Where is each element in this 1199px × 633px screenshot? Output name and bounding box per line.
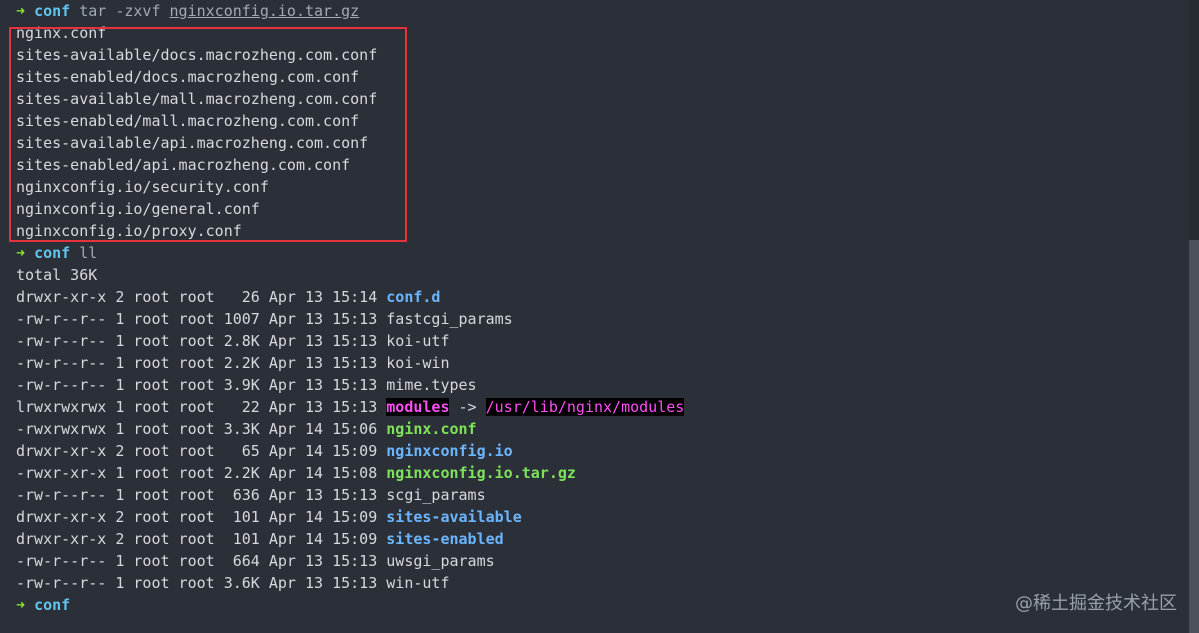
file-name: scgi_params [386,486,486,504]
tar-output-block: nginx.conf sites-available/docs.macrozhen… [16,22,684,242]
file-meta: -rwxrwxrwx 1 root root 3.3K Apr 14 15:06 [16,420,387,438]
listing-row: -rw-r--r-- 1 root root 636 Apr 13 15:13 … [16,484,684,506]
listing-row: -rw-r--r-- 1 root root 2.2K Apr 13 15:13… [16,352,684,374]
scrollbar-thumb[interactable] [1189,240,1199,633]
file-name: uwsgi_params [386,552,495,570]
prompt-directory: conf [34,244,71,262]
prompt-line-ll: ➜ conf ll [16,242,684,264]
file-meta: lrwxrwxrwx 1 root root 22 Apr 13 15:13 [16,398,387,416]
tar-output-line: sites-available/mall.macrozheng.com.conf [16,90,378,108]
command-text: ll [79,244,98,262]
listing-row: -rw-r--r-- 1 root root 1007 Apr 13 15:13… [16,308,684,330]
command-text: tar -zxvf [79,2,170,20]
scrollbar-track[interactable] [1189,0,1199,633]
file-name: sites-available [386,508,522,526]
file-name: nginxconfig.io [386,442,513,460]
file-name: win-utf [386,574,450,592]
file-meta: -rw-r--r-- 1 root root 3.9K Apr 13 15:13 [16,376,387,394]
prompt-arrow-icon: ➜ [16,596,26,614]
tar-output-line: sites-available/api.macrozheng.com.conf [16,134,369,152]
listing-row: -rwxrwxrwx 1 root root 3.3K Apr 14 15:06… [16,418,684,440]
listing-row: lrwxrwxrwx 1 root root 22 Apr 13 15:13 m… [16,396,685,418]
listing-row: -rwxr-xr-x 1 root root 2.2K Apr 14 15:08… [16,462,684,484]
listing-row: -rw-r--r-- 1 root root 3.9K Apr 13 15:13… [16,374,684,396]
file-name: mime.types [386,376,477,394]
tar-output-line: nginxconfig.io/proxy.conf [16,222,242,240]
file-meta: -rw-r--r-- 1 root root 3.6K Apr 13 15:13 [16,574,387,592]
file-name: modules [386,398,450,416]
tar-output-line: nginxconfig.io/general.conf [16,200,260,218]
tar-output-line: nginx.conf [16,24,107,42]
listing-row: -rw-r--r-- 1 root root 664 Apr 13 15:13 … [16,550,684,572]
listing-row: drwxr-xr-x 2 root root 101 Apr 14 15:09 … [16,506,684,528]
file-meta: drwxr-xr-x 2 root root 101 Apr 14 15:09 [16,508,387,526]
tar-output-line: sites-enabled/api.macrozheng.com.conf [16,156,351,174]
command-file-arg: nginxconfig.io.tar.gz [169,2,360,20]
prompt-arrow-icon: ➜ [16,244,26,262]
symlink-arrow: -> [449,398,486,416]
prompt-directory: conf [34,2,71,20]
prompt-line-current[interactable]: ➜ conf [16,594,684,616]
prompt-directory: conf [34,596,71,614]
file-meta: -rw-r--r-- 1 root root 2.2K Apr 13 15:13 [16,354,387,372]
file-name: sites-enabled [386,530,504,548]
prompt-line-tar: ➜ conf tar -zxvf nginxconfig.io.tar.gz [16,0,684,22]
tar-output-line: sites-available/docs.macrozheng.com.conf [16,46,378,64]
directory-listing: drwxr-xr-x 2 root root 26 Apr 13 15:14 c… [16,286,685,594]
file-meta: drwxr-xr-x 2 root root 65 Apr 14 15:09 [16,442,387,460]
file-meta: drwxr-xr-x 2 root root 101 Apr 14 15:09 [16,530,387,548]
file-name: conf.d [386,288,441,306]
terminal-output: ➜ conf tar -zxvf nginxconfig.io.tar.gz n… [16,0,685,616]
symlink-target: /usr/lib/nginx/modules [485,398,685,416]
file-meta: -rw-r--r-- 1 root root 664 Apr 13 15:13 [16,552,387,570]
listing-total: total 36K [16,266,98,284]
listing-row: drwxr-xr-x 2 root root 101 Apr 14 15:09 … [16,528,684,550]
file-meta: -rwxr-xr-x 1 root root 2.2K Apr 14 15:08 [16,464,387,482]
listing-row: drwxr-xr-x 2 root root 65 Apr 14 15:09 n… [16,440,684,462]
listing-row: -rw-r--r-- 1 root root 3.6K Apr 13 15:13… [16,572,684,594]
tar-output-line: nginxconfig.io/security.conf [16,178,269,196]
listing-row: drwxr-xr-x 2 root root 26 Apr 13 15:14 c… [16,286,684,308]
file-meta: -rw-r--r-- 1 root root 1007 Apr 13 15:13 [16,310,387,328]
tar-output-line: sites-enabled/mall.macrozheng.com.conf [16,112,360,130]
terminal-window[interactable]: ➜ conf tar -zxvf nginxconfig.io.tar.gz n… [0,0,1199,633]
file-name: nginx.conf [386,420,477,438]
file-meta: drwxr-xr-x 2 root root 26 Apr 13 15:14 [16,288,387,306]
file-meta: -rw-r--r-- 1 root root 2.8K Apr 13 15:13 [16,332,387,350]
prompt-arrow-icon: ➜ [16,2,26,20]
file-meta: -rw-r--r-- 1 root root 636 Apr 13 15:13 [16,486,387,504]
tar-output-line: sites-enabled/docs.macrozheng.com.conf [16,68,360,86]
listing-row: -rw-r--r-- 1 root root 2.8K Apr 13 15:13… [16,330,684,352]
file-name: koi-utf [386,332,450,350]
file-name: koi-win [386,354,450,372]
watermark: @稀土掘金技术社区 [1015,593,1177,614]
file-name: nginxconfig.io.tar.gz [386,464,576,482]
file-name: fastcgi_params [386,310,513,328]
